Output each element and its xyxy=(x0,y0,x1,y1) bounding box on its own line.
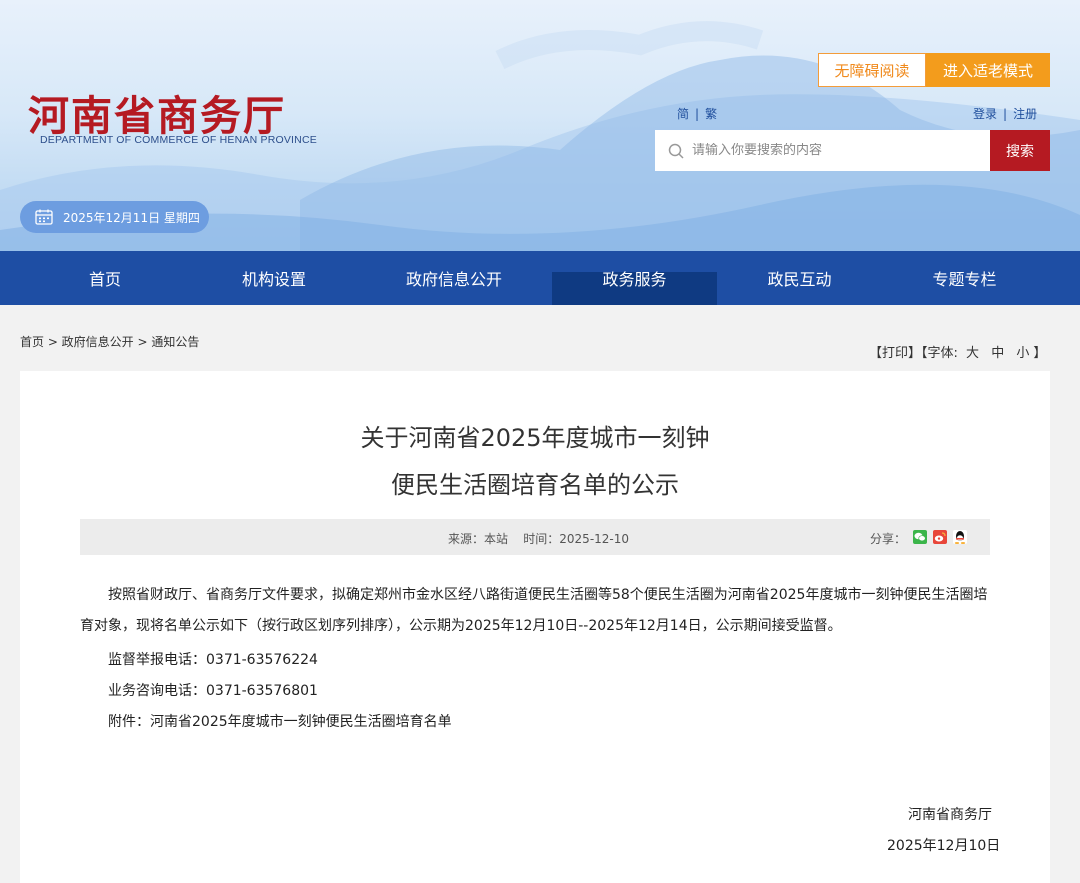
auth-links: 登录 | 注册 xyxy=(973,105,1037,122)
font-size-small[interactable]: 小 xyxy=(1016,346,1029,361)
signature-organization: 河南省商务厅 xyxy=(908,807,992,823)
print-link[interactable]: 【打印】 xyxy=(869,346,921,361)
nav-item-gov-service[interactable]: 政务服务 xyxy=(552,251,717,305)
site-header: 河南省商务厅 DEPARTMENT OF COMMERCE OF HENAN P… xyxy=(0,0,1080,251)
elder-mode-button[interactable]: 进入适老模式 xyxy=(926,53,1050,87)
weibo-share-icon[interactable] xyxy=(933,530,947,544)
divider: | xyxy=(695,107,700,121)
search-box xyxy=(655,130,991,171)
nav-item-gov-info[interactable]: 政府信息公开 xyxy=(358,251,550,305)
search-input[interactable] xyxy=(692,143,982,158)
nav-item-interaction[interactable]: 政民互动 xyxy=(717,251,882,305)
article-paragraph: 按照省财政厅、省商务厅文件要求，拟确定郑州市金水区经八路街道便民生活圈等58个便… xyxy=(80,587,988,634)
main-nav: 首页 机构设置 政府信息公开 政务服务 政民互动 专题专栏 xyxy=(0,251,1080,305)
register-link[interactable]: 注册 xyxy=(1013,107,1037,121)
font-size-large[interactable]: 大 xyxy=(966,346,979,361)
supervise-phone: 监督举报电话：0371-63576224 xyxy=(108,652,318,668)
nav-item-organization[interactable]: 机构设置 xyxy=(190,251,358,305)
language-switch: 简 | 繁 xyxy=(677,105,717,122)
nav-item-special-topics[interactable]: 专题专栏 xyxy=(882,251,1047,305)
site-logo-subtitle: DEPARTMENT OF COMMERCE OF HENAN PROVINCE xyxy=(40,134,317,146)
article-source: 来源：本站 xyxy=(448,532,509,546)
font-size-medium[interactable]: 中 xyxy=(991,346,1004,361)
current-date-text: 2025年12月11日 星期四 xyxy=(63,210,200,225)
lang-simplified-link[interactable]: 简 xyxy=(677,107,689,121)
font-size-label: 【字体: xyxy=(921,346,958,361)
attachment-link[interactable]: 附件：河南省2025年度城市一刻钟便民生活圈培育名单 xyxy=(108,711,452,731)
site-logo-title[interactable]: 河南省商务厅 xyxy=(28,82,286,142)
breadcrumb[interactable]: 首页 > 政府信息公开 > 通知公告 xyxy=(20,333,199,350)
search-button[interactable]: 搜索 xyxy=(990,130,1050,171)
login-link[interactable]: 登录 xyxy=(973,107,997,121)
article-tools: 【打印】【字体: 大 中 小】 xyxy=(869,342,1046,361)
divider: | xyxy=(1003,107,1008,121)
accessibility-reading-button[interactable]: 无障碍阅读 xyxy=(818,53,926,87)
article-meta-bar: 来源：本站 时间：2025-12-10 分享： xyxy=(80,519,990,555)
wechat-share-icon[interactable] xyxy=(913,530,927,544)
qq-share-icon[interactable] xyxy=(953,530,967,544)
article-title-line2: 便民生活圈培育名单的公示 xyxy=(391,471,679,499)
bracket-close: 】 xyxy=(1033,346,1047,361)
search-icon xyxy=(668,143,684,159)
consult-phone: 业务咨询电话：0371-63576801 xyxy=(108,683,318,699)
nav-item-home[interactable]: 首页 xyxy=(20,251,190,305)
article-time: 时间：2025-12-10 xyxy=(523,532,630,546)
calendar-icon xyxy=(35,209,53,225)
current-date-badge: 2025年12月11日 星期四 xyxy=(20,201,209,233)
share-label: 分享： xyxy=(870,532,907,546)
article-title-line1: 关于河南省2025年度城市一刻钟 xyxy=(360,424,710,452)
lang-traditional-link[interactable]: 繁 xyxy=(705,107,717,121)
article-source-time: 来源：本站 时间：2025-12-10 xyxy=(448,530,629,547)
signature-date: 2025年12月10日 xyxy=(887,838,1001,854)
